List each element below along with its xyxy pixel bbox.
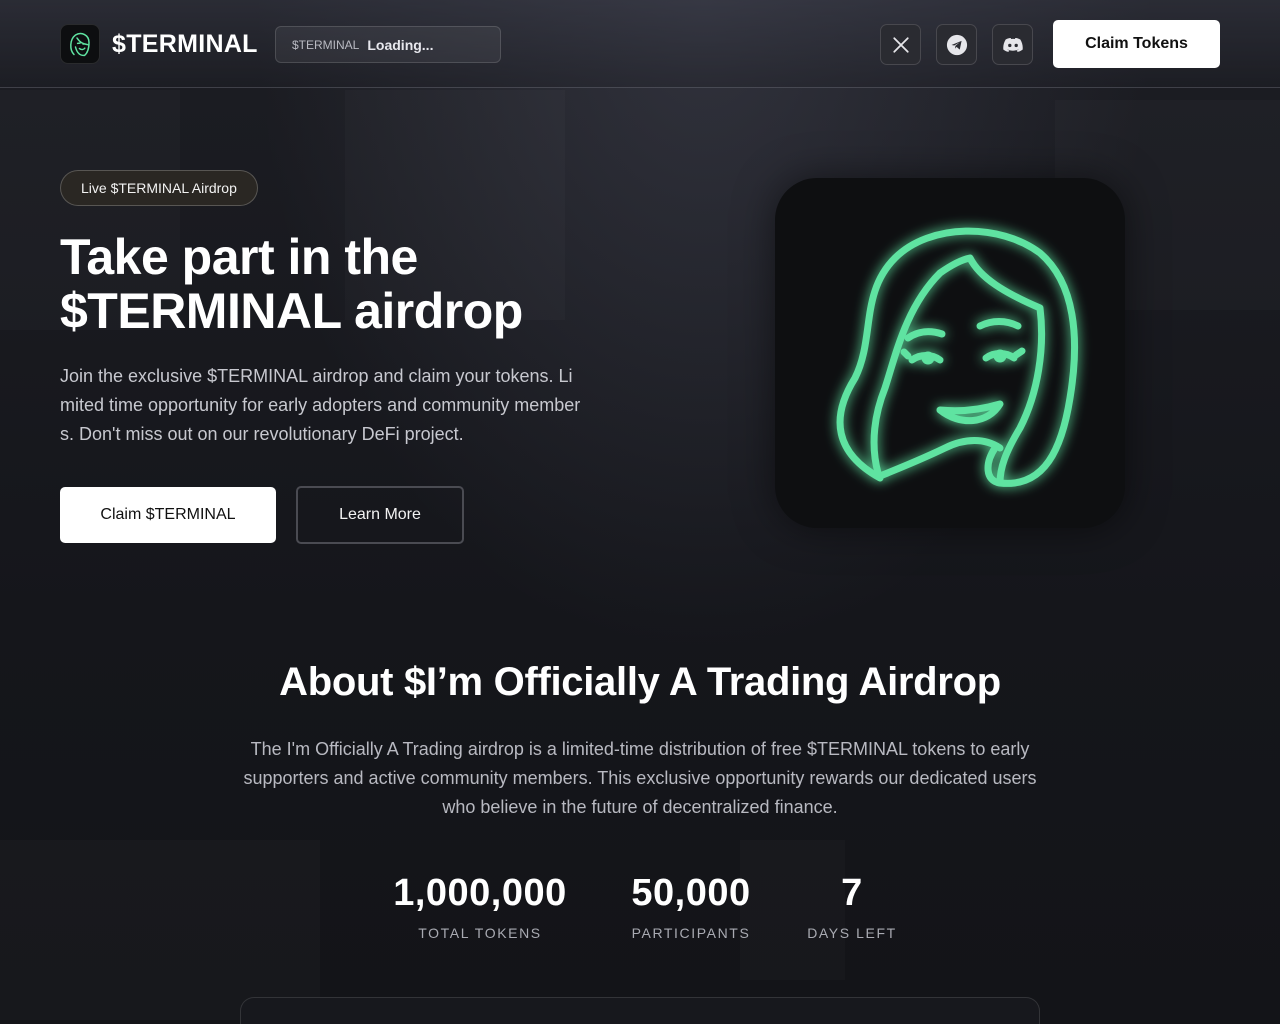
brand-logo-icon	[60, 24, 100, 64]
x-icon	[892, 36, 909, 53]
claim-tokens-button[interactable]: Claim Tokens	[1053, 20, 1220, 68]
about-title: About $I’m Officially A Trading Airdrop	[279, 660, 1001, 704]
ticker-symbol: $TERMINAL	[292, 37, 360, 52]
live-airdrop-badge: Live $TERMINAL Airdrop	[60, 170, 258, 206]
claim-card	[240, 997, 1040, 1024]
telegram-link[interactable]	[936, 24, 977, 65]
background-tile	[0, 840, 320, 1020]
stat-label: DAYS LEFT	[807, 925, 897, 941]
telegram-icon	[946, 34, 967, 55]
neon-face-icon	[836, 227, 1079, 487]
stat-value: 7	[841, 872, 863, 914]
hero-description: Join the exclusive $TERMINAL airdrop and…	[60, 366, 581, 444]
hero-title-line2: $TERMINAL airdrop	[60, 283, 523, 339]
stat-label: TOTAL TOKENS	[418, 925, 542, 941]
stat-label: PARTICIPANTS	[631, 925, 751, 941]
site-header: $TERMINAL $TERMINAL Loading... Claim Tok…	[0, 0, 1280, 88]
stat-days-left: 7 DAYS LEFT	[802, 872, 902, 941]
discord-link[interactable]	[992, 24, 1033, 65]
hero-title: Take part in the $TERMINAL airdrop	[60, 230, 580, 338]
stat-value: 50,000	[631, 872, 751, 914]
hero-artwork	[775, 178, 1125, 528]
stat-participants: 50,000 PARTICIPANTS	[611, 872, 771, 941]
claim-terminal-button[interactable]: Claim $TERMINAL	[60, 487, 276, 543]
stat-value: 1,000,000	[393, 872, 567, 914]
price-ticker: $TERMINAL Loading...	[275, 26, 501, 63]
learn-more-button[interactable]: Learn More	[296, 486, 464, 544]
hero-title-line1: Take part in the	[60, 229, 418, 285]
stat-total-tokens: 1,000,000 TOTAL TOKENS	[380, 872, 580, 941]
brand[interactable]: $TERMINAL	[60, 24, 258, 64]
ticker-value: Loading...	[367, 36, 434, 53]
discord-icon	[1002, 37, 1023, 52]
brand-name: $TERMINAL	[112, 29, 258, 58]
about-description: The I'm Officially A Trading airdrop is …	[243, 739, 1037, 817]
x-twitter-link[interactable]	[880, 24, 921, 65]
